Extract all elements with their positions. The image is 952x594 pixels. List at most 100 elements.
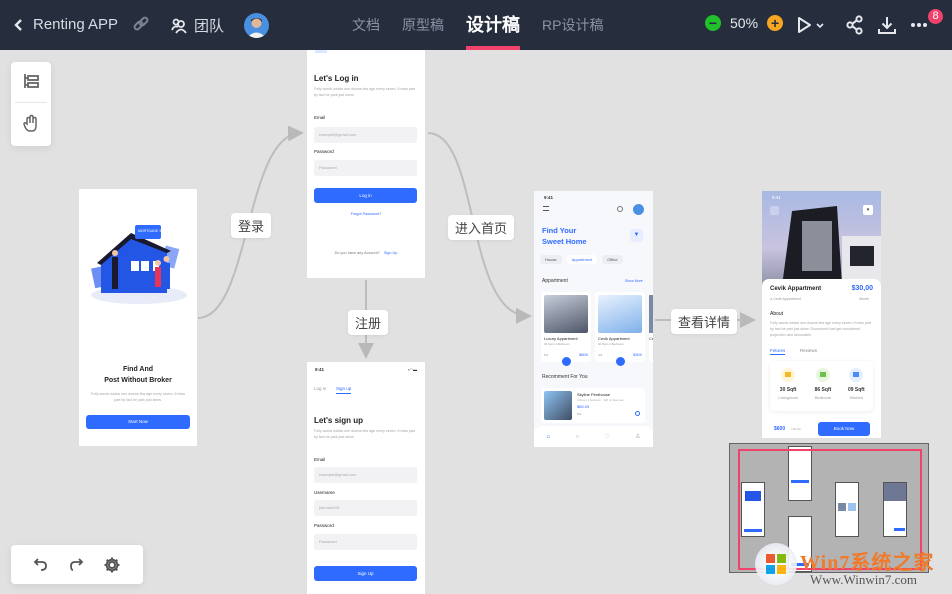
feature-item: 09 Sqft Kitchen bbox=[848, 368, 865, 400]
status-icons: ▪︎◠▬ bbox=[408, 367, 417, 372]
about-text: Folly words widow one downs few age ever… bbox=[770, 321, 872, 337]
onboarding-title-line2: Post Without Broker bbox=[104, 377, 172, 384]
signup-desc: Folly words widow one downs few age ever… bbox=[314, 429, 416, 439]
card-name: Luxury Appartment bbox=[544, 336, 578, 341]
settings-button[interactable] bbox=[103, 556, 121, 579]
hand-pan-button[interactable] bbox=[22, 114, 40, 139]
filter-button[interactable]: ▼ bbox=[630, 229, 643, 242]
login-title: Let's Log in bbox=[314, 74, 359, 83]
frame-detail[interactable]: 9:41 ▾ Cevik Appartment $30,00 ● Cevik A… bbox=[762, 191, 881, 438]
watermark-brand: Win7系统之家 bbox=[800, 552, 935, 574]
recommend-title: Recomment For You bbox=[542, 374, 588, 380]
settings-gear-icon bbox=[104, 557, 120, 573]
card-price: $300 bbox=[633, 352, 642, 357]
undo-button[interactable] bbox=[33, 557, 49, 578]
no-account-text: Do you have any Account? bbox=[334, 251, 380, 255]
menu-icon[interactable] bbox=[543, 206, 549, 211]
recommend-card[interactable]: Skyline Penthouse 4 Room 2 bedroom · 120… bbox=[541, 388, 645, 423]
category-office[interactable]: Office bbox=[602, 255, 623, 264]
frame-login[interactable]: Let's Log in Folly words widow one downs… bbox=[307, 50, 425, 278]
apartment-card[interactable]: Luxury Appartment 30 Sqm 4 Bedroom 5.0 $… bbox=[541, 292, 591, 366]
divider bbox=[15, 102, 47, 103]
home-icon[interactable]: ⌂ bbox=[547, 434, 551, 440]
card-name: Cevik Appartment bbox=[598, 336, 630, 341]
frame-onboarding[interactable]: MORTGAGE 333 Find And Post Without Broke… bbox=[79, 189, 197, 446]
password-label: Password bbox=[314, 149, 334, 154]
password-label: Password bbox=[314, 523, 334, 528]
feature-item: 30 Sqft Livingroom bbox=[778, 368, 798, 400]
frame-home[interactable]: 9:41 Find Your Sweet Home ▼ House Appart… bbox=[534, 191, 653, 447]
layers-tree-button[interactable] bbox=[22, 72, 40, 95]
flow-label-enter-home[interactable]: 进入首页 bbox=[448, 215, 515, 240]
email-label: Email bbox=[314, 115, 326, 120]
search-icon[interactable]: ○ bbox=[575, 434, 579, 440]
status-time: 9:41 bbox=[772, 195, 781, 200]
book-now-button[interactable]: Book Now bbox=[818, 422, 870, 436]
flow-label-login[interactable]: 登录 bbox=[231, 213, 272, 238]
apartment-photo bbox=[649, 295, 653, 333]
signup-title: Let's sign up bbox=[314, 416, 364, 425]
signup-button[interactable]: Sign Up bbox=[314, 566, 417, 581]
home-title-line1: Find Your bbox=[542, 226, 577, 235]
tab-indicator bbox=[315, 50, 327, 53]
flow-label-view-details[interactable]: 查看详情 bbox=[671, 309, 738, 334]
tab-signup[interactable]: Sign up bbox=[336, 386, 352, 394]
frame-signup[interactable]: 9:41 ▪︎◠▬ Log in Sign up Let's sign up F… bbox=[307, 362, 425, 594]
feature-value: 86 Sqft bbox=[814, 387, 832, 393]
category-house[interactable]: House bbox=[540, 255, 562, 264]
signup-username-input[interactable]: johndoe051 bbox=[314, 500, 417, 516]
signup-link[interactable]: Sign Up bbox=[384, 251, 398, 255]
feature-value: 09 Sqft bbox=[847, 387, 865, 393]
tab-features[interactable]: Fetures bbox=[770, 348, 786, 355]
onboarding-desc: Folly words widow one downs few age ever… bbox=[91, 392, 185, 402]
livingroom-icon bbox=[781, 368, 796, 382]
bottom-toolbar bbox=[11, 545, 143, 584]
tab-login[interactable]: Log in bbox=[314, 386, 326, 391]
apartment-card[interactable]: Ce bbox=[649, 292, 653, 362]
recommend-price: $80.09 bbox=[577, 404, 590, 409]
status-time: 9:41 bbox=[544, 195, 554, 200]
card-arrow-button[interactable] bbox=[562, 357, 571, 366]
favorite-icon[interactable] bbox=[635, 411, 640, 416]
profile-icon[interactable]: ♙ bbox=[635, 433, 640, 440]
status-time: 9:41 bbox=[315, 367, 325, 372]
login-desc: Folly words widow one downs few age ever… bbox=[314, 87, 416, 97]
profile-avatar[interactable] bbox=[633, 204, 644, 215]
redo-button[interactable] bbox=[68, 557, 84, 578]
login-button[interactable]: Log in bbox=[314, 188, 417, 203]
card-arrow-button[interactable] bbox=[616, 357, 625, 366]
bookmark-button[interactable]: ▾ bbox=[863, 205, 873, 215]
card-meta: 30 Sqm 4 Bedroom bbox=[544, 342, 570, 346]
heart-icon[interactable]: ♡ bbox=[604, 433, 609, 440]
login-password-input[interactable]: Password bbox=[314, 160, 417, 176]
detail-sheet bbox=[762, 279, 881, 438]
feature-value: 30 Sqft bbox=[779, 387, 797, 393]
feature-label: Kitchen bbox=[849, 395, 863, 400]
bedroom-icon bbox=[815, 368, 830, 382]
left-toolbar bbox=[11, 62, 51, 146]
forgot-password-link[interactable]: Forgot Password? bbox=[307, 212, 425, 216]
signup-password-input[interactable]: Password bbox=[314, 534, 417, 550]
recommend-photo bbox=[544, 391, 572, 420]
tab-reviews[interactable]: Reviews bbox=[800, 348, 817, 353]
recommend-name: Skyline Penthouse bbox=[577, 392, 611, 397]
apartment-photo bbox=[544, 295, 588, 333]
category-appartment[interactable]: Appartment bbox=[566, 255, 598, 264]
back-button[interactable] bbox=[770, 206, 779, 215]
login-email-input[interactable]: example@gmail.com bbox=[314, 127, 417, 143]
recommend-rating: 5.0 bbox=[577, 412, 582, 416]
features-panel: 30 Sqft Livingroom 86 Sqft Bedroom 09 Sq… bbox=[770, 361, 873, 411]
property-name: Cevik Appartment bbox=[770, 286, 822, 292]
apartment-card[interactable]: Cevik Appartment 40 Sqm 2 Bedroom 4.5 $3… bbox=[595, 292, 645, 366]
search-icon[interactable] bbox=[617, 206, 623, 212]
signup-email-input[interactable]: example@gmail.com bbox=[314, 467, 417, 483]
home-title-line2: Sweet Home bbox=[542, 237, 587, 246]
show-more-link[interactable]: Show More bbox=[625, 279, 643, 283]
start-now-button[interactable]: Start Now bbox=[86, 415, 190, 429]
property-price: $30,00 bbox=[851, 285, 873, 292]
property-location: ● Cevik Appartment bbox=[770, 297, 801, 301]
bottom-nav: ⌂ ○ ♡ ♙ bbox=[534, 426, 653, 447]
flow-label-signup[interactable]: 注册 bbox=[348, 310, 389, 335]
card-rating: 5.0 bbox=[544, 353, 549, 357]
card-name: Ce bbox=[649, 336, 653, 341]
